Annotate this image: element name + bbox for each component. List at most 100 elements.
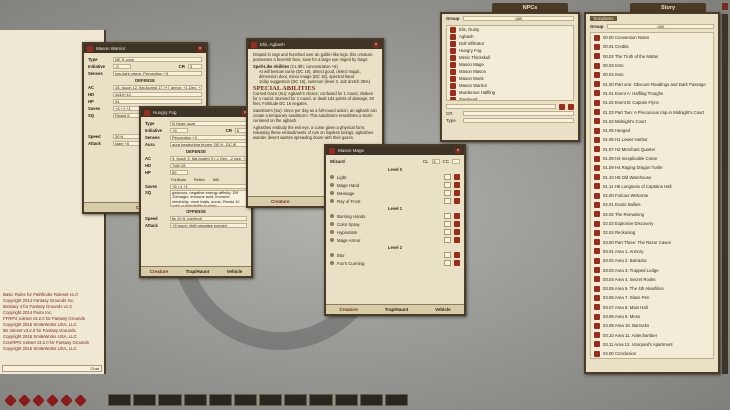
spell-cast-button[interactable]	[454, 237, 460, 243]
spell-row[interactable]: Mage Armor	[326, 236, 464, 244]
hotkey-slot[interactable]	[183, 394, 207, 406]
story-link-icon[interactable]	[594, 174, 600, 181]
npc-list-item[interactable]: Mimic Thickskull	[447, 54, 573, 61]
story-link-icon[interactable]	[594, 229, 600, 236]
story-list-item[interactable]: 00.04 Intro	[591, 70, 713, 79]
spell-cast-button[interactable]	[454, 174, 460, 180]
spell-cast-button[interactable]	[454, 198, 460, 204]
hotkey-slot[interactable]	[334, 394, 358, 406]
npc-link-icon[interactable]	[450, 47, 456, 54]
story-list-item[interactable]: 02.01 Exotic Bullies	[591, 200, 713, 209]
spell-cast-button[interactable]	[454, 221, 460, 227]
tab-trap-haunt[interactable]: Trap/Haunt	[186, 269, 210, 274]
spell-uses-box[interactable]	[444, 237, 451, 243]
spell-prepared-dot[interactable]	[330, 175, 334, 179]
spell-row[interactable]: Mage Hand	[326, 181, 464, 189]
npc-list-item[interactable]: Mason Monk	[447, 75, 573, 82]
npc-link-icon[interactable]	[87, 45, 93, 52]
story-list-item[interactable]: 02.04 Reckoning	[591, 228, 713, 237]
sidebar-scrollbar[interactable]	[722, 14, 728, 374]
story-link-icon[interactable]	[594, 201, 600, 208]
story-link-icon[interactable]	[594, 155, 600, 162]
chat-input[interactable]: Chat	[2, 365, 102, 372]
spell-cast-button[interactable]	[454, 229, 460, 235]
hotkey-slot[interactable]	[108, 394, 132, 406]
mw-ac-field[interactable]: 16, touch 12, flat-footed 17 (+7 armor, …	[113, 85, 202, 90]
tab-creature[interactable]: Creature	[271, 199, 290, 204]
npc-list-item[interactable]: Mason Mage	[447, 61, 573, 68]
story-link-icon[interactable]	[594, 350, 600, 357]
npc-link-icon[interactable]	[329, 147, 335, 154]
mw-hd-field[interactable]: 4d10+12	[113, 92, 202, 97]
story-link-icon[interactable]	[594, 164, 600, 171]
mw-cr-field[interactable]: 3	[188, 64, 202, 69]
npcs-edit-button[interactable]	[568, 103, 574, 110]
story-link-icon[interactable]	[594, 118, 600, 125]
npc-list-item[interactable]: Mason Warrior	[447, 82, 573, 89]
spell-row[interactable]: Light	[326, 173, 464, 181]
mm-cc-field[interactable]	[452, 159, 460, 164]
spell-cast-button[interactable]	[454, 260, 460, 266]
hotkey-slot[interactable]	[284, 394, 308, 406]
story-list-item[interactable]: 01.00 Part one: Obscure Readings and Dar…	[591, 79, 713, 88]
npc-link-icon[interactable]	[450, 61, 456, 68]
story-list-item[interactable]: 03.05 Area 5. The 4th Akashlion	[591, 284, 713, 293]
spell-uses-box[interactable]	[444, 260, 451, 266]
hf-senses-field[interactable]: Perception +3	[170, 135, 247, 140]
story-link-icon[interactable]	[594, 267, 600, 274]
npc-link-icon[interactable]	[450, 68, 456, 75]
story-list-item[interactable]: 03.08 Area 9. Mess	[591, 312, 713, 321]
story-list-item[interactable]: 03.10 Area 11. Antechamber	[591, 331, 713, 340]
story-list-item[interactable]: 04.00 Conclusion	[591, 349, 713, 358]
close-icon[interactable]: ×	[455, 147, 461, 154]
spell-prepared-dot[interactable]	[330, 230, 334, 234]
story-list-item[interactable]: 01.03 Part Two: A Precocious Imp in Midn…	[591, 107, 713, 116]
story-list-item[interactable]: 00.03 Intro	[591, 61, 713, 70]
mm-cl-field[interactable]: 5	[431, 159, 440, 164]
story-list-item[interactable]: 03.09 Area 10. Barracks	[591, 321, 713, 330]
spell-uses-box[interactable]	[444, 174, 451, 180]
mw-type-field[interactable]: NE S ooze	[113, 57, 202, 62]
story-link-icon[interactable]	[594, 341, 600, 348]
story-list-item[interactable]: 01.09 H4 Raging Dragon Turtle	[591, 163, 713, 172]
story-list-item[interactable]: 03.01 Area 1. Armory	[591, 247, 713, 256]
story-list-item[interactable]: 00.01 Credits	[591, 42, 713, 51]
story-link-icon[interactable]	[594, 285, 600, 292]
npcs-cr-filter[interactable]	[463, 111, 574, 116]
spell-uses-box[interactable]	[444, 190, 451, 196]
close-icon[interactable]: ×	[373, 41, 379, 48]
npcs-search-input[interactable]	[446, 104, 556, 109]
spell-row[interactable]: Burning Hands	[326, 212, 464, 220]
story-list-item[interactable]: 01.02 Event B: Captain Flynn	[591, 98, 713, 107]
npc-list-item[interactable]: Hungry Fog	[447, 47, 573, 54]
story-link-icon[interactable]	[594, 192, 600, 199]
story-link-icon[interactable]	[594, 90, 600, 97]
spell-cast-button[interactable]	[454, 213, 460, 219]
hf-hp-field[interactable]: 59	[170, 170, 188, 175]
story-link-icon[interactable]	[594, 304, 600, 311]
spell-prepared-dot[interactable]	[330, 261, 334, 265]
story-link-icon[interactable]	[594, 109, 600, 116]
story-list-item[interactable]: 03.11 Area 12. Voorpaal's Apartment	[591, 340, 713, 349]
spell-uses-box[interactable]	[444, 221, 451, 227]
mw-init-field[interactable]: -5	[113, 64, 131, 69]
story-list-item[interactable]: 01.11 H6 Longness of Captains Hall	[591, 182, 713, 191]
npc-list-item[interactable]: Treehead	[447, 96, 573, 100]
hf-sq-field[interactable]: gaseous, negative energy affinity; DR 10…	[170, 190, 247, 207]
tab-creature[interactable]: Creature	[339, 307, 358, 312]
story-list-item[interactable]: 01.10 H5 Old Warehouse	[591, 172, 713, 181]
story-list-item[interactable]: 01.08 H3 Inexplicable Crane	[591, 154, 713, 163]
spell-uses-box[interactable]	[444, 182, 451, 188]
mason-warrior-titlebar[interactable]: Mason Warrior ×	[84, 44, 206, 53]
spell-row[interactable]: Blur	[326, 251, 464, 259]
npc-link-icon[interactable]	[450, 89, 456, 96]
story-list-item[interactable]: 02.02 The Remaining	[591, 210, 713, 219]
hotkey-slot[interactable]	[384, 394, 409, 406]
agbash-titlebar[interactable]: Elis, Agbash ×	[248, 40, 382, 49]
spell-row[interactable]: Ray of Frost	[326, 197, 464, 205]
hungry-fog-titlebar[interactable]: Hungry Fog ×	[141, 108, 251, 117]
spell-row[interactable]: Color Spray	[326, 220, 464, 228]
npc-link-icon[interactable]	[450, 96, 456, 100]
story-link-icon[interactable]	[594, 53, 600, 60]
npc-link-icon[interactable]	[450, 33, 456, 40]
